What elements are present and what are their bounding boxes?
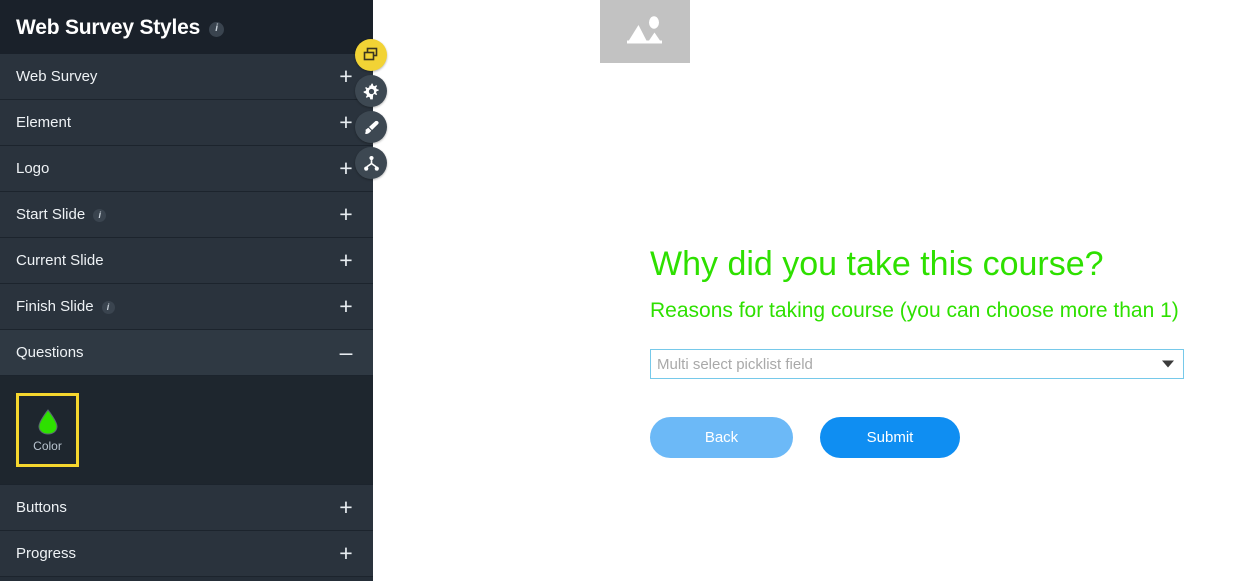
- expand-toggle-icon[interactable]: +: [337, 542, 355, 565]
- droplet-icon: [37, 408, 58, 435]
- sidebar-item-label: Buttons: [16, 499, 67, 516]
- expand-toggle-icon[interactable]: +: [337, 496, 355, 519]
- brush-icon: [364, 120, 379, 134]
- sidebar-item-label: Start Slide: [16, 206, 86, 223]
- sidebar-item-logo[interactable]: Logo +: [0, 146, 373, 192]
- share-icon: [363, 155, 379, 171]
- floating-tool-buttons: [355, 39, 387, 179]
- duplicate-button[interactable]: [355, 39, 387, 71]
- brush-button[interactable]: [355, 111, 387, 143]
- sidebar-item-label: Web Survey: [16, 68, 98, 85]
- color-swatch-label: Color: [33, 438, 62, 453]
- info-icon[interactable]: i: [93, 209, 107, 222]
- sidebar-item-label: Logo: [16, 160, 50, 177]
- expand-toggle-icon[interactable]: +: [337, 157, 355, 180]
- expand-toggle-icon[interactable]: +: [337, 65, 355, 88]
- info-icon[interactable]: i: [101, 301, 115, 314]
- sidebar-item-buttons[interactable]: Buttons +: [0, 485, 373, 531]
- sidebar-item-progress[interactable]: Progress +: [0, 531, 373, 577]
- sidebar-item-questions[interactable]: Questions –: [0, 330, 373, 376]
- image-placeholder-icon: [627, 15, 662, 43]
- sidebar-item-current-slide[interactable]: Current Slide +: [0, 238, 373, 284]
- sidebar-item-element[interactable]: Element +: [0, 100, 373, 146]
- expand-toggle-icon[interactable]: +: [337, 111, 355, 134]
- survey-preview-canvas: Why did you take this course? Reasons fo…: [373, 0, 1250, 581]
- chevron-down-icon[interactable]: [1162, 360, 1174, 368]
- color-swatch-button[interactable]: Color: [16, 393, 79, 467]
- back-button[interactable]: Back: [650, 417, 793, 459]
- submit-button[interactable]: Submit: [820, 417, 960, 459]
- survey-subtitle: Reasons for taking course (you can choos…: [650, 299, 1179, 323]
- info-icon[interactable]: i: [209, 21, 225, 37]
- sidebar-item-label: Questions: [16, 344, 84, 361]
- collapse-toggle-icon[interactable]: –: [337, 341, 355, 364]
- expand-toggle-icon[interactable]: +: [337, 295, 355, 318]
- expand-toggle-icon[interactable]: +: [337, 203, 355, 226]
- sidebar-item-label: Finish Slide: [16, 298, 94, 315]
- survey-action-buttons: Back Submit: [650, 417, 1250, 459]
- sidebar-item-finish-slide[interactable]: Finish Slide i +: [0, 284, 373, 330]
- survey-question-block: Why did you take this course? Reasons fo…: [650, 245, 1250, 459]
- share-button[interactable]: [355, 147, 387, 179]
- page-title: Web Survey Styles: [16, 15, 201, 39]
- sidebar-header: Web Survey Styles i: [0, 0, 373, 54]
- style-section-list: Web Survey + Element + Logo + Start Slid…: [0, 54, 373, 577]
- picklist-placeholder-text: Multi select picklist field: [657, 355, 813, 373]
- sidebar-item-label: Current Slide: [16, 252, 104, 269]
- expand-toggle-icon[interactable]: +: [337, 249, 355, 272]
- sidebar-item-web-survey[interactable]: Web Survey +: [0, 54, 373, 100]
- sidebar-item-label: Element: [16, 114, 72, 131]
- sidebar-item-label: Progress: [16, 545, 77, 562]
- app-root: Web Survey Styles i Web Survey + Element…: [0, 0, 1250, 581]
- settings-button[interactable]: [355, 75, 387, 107]
- questions-style-panel: Color: [0, 376, 373, 485]
- survey-title: Why did you take this course?: [650, 245, 1104, 283]
- styles-sidebar: Web Survey Styles i Web Survey + Element…: [0, 0, 373, 581]
- multi-select-picklist[interactable]: Multi select picklist field: [650, 349, 1184, 380]
- gear-icon: [363, 83, 379, 99]
- hero-image-placeholder[interactable]: [600, 0, 690, 63]
- sidebar-item-start-slide[interactable]: Start Slide i +: [0, 192, 373, 238]
- duplicate-icon: [363, 47, 378, 61]
